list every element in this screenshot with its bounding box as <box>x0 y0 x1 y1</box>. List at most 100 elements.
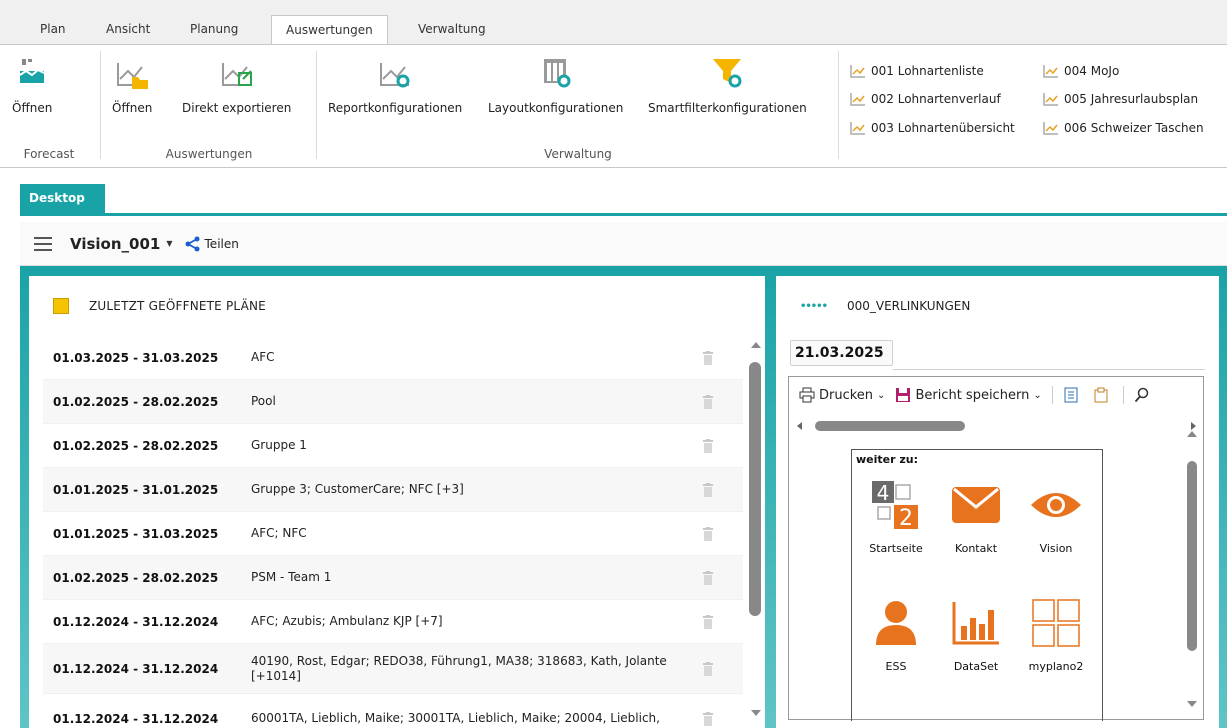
trash-icon[interactable] <box>703 661 713 676</box>
search-button[interactable] <box>1134 387 1154 403</box>
direkt-exportieren-label: Direkt exportieren <box>182 101 292 115</box>
link-ess-label: ESS <box>885 660 907 673</box>
scroll-up-arrow[interactable] <box>751 342 761 348</box>
bar-chart-icon <box>952 602 999 645</box>
plan-row[interactable]: 01.02.2025 - 28.02.2025 Pool <box>43 380 743 424</box>
share-label: Teilen <box>204 236 239 251</box>
menu-icon[interactable] <box>34 236 52 251</box>
links-title: 000_VERLINKUNGEN <box>846 299 971 313</box>
tab-ansicht[interactable]: Ansicht <box>92 15 164 44</box>
share-icon <box>185 236 200 251</box>
link-dataset[interactable]: DataSet <box>936 592 1016 673</box>
scroll-thumb[interactable] <box>1187 461 1197 651</box>
group-separator <box>100 51 101 159</box>
horizontal-scroll-thumb[interactable] <box>815 421 965 431</box>
search-icon <box>1134 387 1148 403</box>
layout-config-label: Layoutkonfigurationen <box>488 101 624 115</box>
report-link-002[interactable]: 002 Lohnartenverlauf <box>850 92 1001 106</box>
svg-text:2: 2 <box>899 506 913 531</box>
recent-plans-scrollbar[interactable] <box>747 340 761 728</box>
trash-icon[interactable] <box>703 482 713 497</box>
tab-auswertungen[interactable]: Auswertungen <box>271 15 388 45</box>
tab-desktop[interactable]: Desktop <box>20 184 105 213</box>
scroll-thumb[interactable] <box>749 362 761 616</box>
scroll-right-arrow[interactable] <box>1191 422 1196 430</box>
document-map-button[interactable] <box>1063 387 1083 403</box>
scroll-down-arrow[interactable] <box>1187 701 1197 707</box>
forecast-icon <box>19 59 45 83</box>
clipboard-icon <box>1094 387 1108 403</box>
links-header: ••••• 000_VERLINKUNGEN <box>776 276 1219 336</box>
trash-icon[interactable] <box>703 570 713 585</box>
report-link-004[interactable]: 004 MoJo <box>1043 64 1119 78</box>
report-link-003[interactable]: 003 Lohnartenübersicht <box>850 121 1015 135</box>
tab-verwaltung[interactable]: Verwaltung <box>404 15 500 44</box>
report-link-001[interactable]: 001 Lohnartenliste <box>850 64 984 78</box>
desktop-tab-row: Desktop <box>0 169 1227 215</box>
direkt-exportieren-button[interactable]: Direkt exportieren <box>182 53 291 115</box>
plan-row[interactable]: 01.01.2025 - 31.01.2025 Gruppe 3; Custome… <box>43 468 743 512</box>
plan-row[interactable]: 01.12.2024 - 31.12.2024 40190, Rost, Edga… <box>43 644 743 694</box>
plan-units: Pool <box>251 394 276 408</box>
scroll-up-arrow[interactable] <box>1187 431 1197 437</box>
chevron-down-icon[interactable]: ▼ <box>166 239 172 248</box>
layout-config-button[interactable]: Layoutkonfigurationen <box>488 53 623 115</box>
clipboard-button[interactable] <box>1093 387 1113 403</box>
trash-icon[interactable] <box>703 711 713 726</box>
tab-plan[interactable]: Plan <box>26 15 80 44</box>
plan-row[interactable]: 01.12.2024 - 31.12.2024 60001TA, Lieblich… <box>43 694 743 728</box>
layout-gear-icon <box>543 59 571 88</box>
ribbon-tab-bar: Plan Ansicht Planung Auswertungen Verwal… <box>0 0 1227 45</box>
plan-row[interactable]: 01.12.2024 - 31.12.2024 AFC; Azubis; Ambu… <box>43 600 743 644</box>
view-name[interactable]: Vision_001 <box>70 235 160 253</box>
scroll-left-arrow[interactable] <box>797 422 802 430</box>
plan-row[interactable]: 01.03.2025 - 31.03.2025 AFC <box>43 336 743 380</box>
auswertungen-open-label: Öffnen <box>112 101 153 115</box>
report-link-label: 004 MoJo <box>1064 64 1120 78</box>
report-link-005[interactable]: 005 Jahresurlaubsplan <box>1043 92 1198 106</box>
plan-row[interactable]: 01.02.2025 - 28.02.2025 Gruppe 1 <box>43 424 743 468</box>
link-kontakt[interactable]: Kontakt <box>936 474 1016 555</box>
plan-row[interactable]: 01.02.2025 - 28.02.2025 PSM - Team 1 <box>43 556 743 600</box>
report-config-label: Reportkonfigurationen <box>328 101 463 115</box>
link-ess[interactable]: ESS <box>856 592 936 673</box>
link-startseite[interactable]: 4 2 Startseite <box>856 474 936 555</box>
forecast-open-button[interactable]: Öffnen <box>12 53 52 115</box>
trash-icon[interactable] <box>703 394 713 409</box>
report-date-tab[interactable]: 21.03.2025 <box>790 340 893 366</box>
report-link-label: 005 Jahresurlaubsplan <box>1064 92 1199 106</box>
smartfilter-config-button[interactable]: Smartfilterkonfigurationen <box>648 53 807 115</box>
share-button[interactable]: Teilen <box>185 236 239 252</box>
toolbar-separator <box>1051 386 1053 404</box>
report-icon <box>1043 93 1058 106</box>
link-vision-label: Vision <box>1039 542 1073 555</box>
trash-icon[interactable] <box>703 526 713 541</box>
folder-chart-icon <box>117 63 149 89</box>
report-link-006[interactable]: 006 Schweizer Taschen <box>1043 121 1227 135</box>
plan-row[interactable]: 01.01.2025 - 31.03.2025 AFC; NFC <box>43 512 743 556</box>
grid-icon <box>1032 599 1080 647</box>
report-config-button[interactable]: Reportkonfigurationen <box>328 53 462 115</box>
group-separator <box>838 51 839 159</box>
tab-planung[interactable]: Planung <box>176 15 252 44</box>
report-link-label: 002 Lohnartenverlauf <box>871 92 1001 106</box>
report-vertical-scrollbar[interactable] <box>1187 431 1199 719</box>
plan-date-range: 01.03.2025 - 31.03.2025 <box>53 350 219 365</box>
scroll-down-arrow[interactable] <box>751 710 761 716</box>
trash-icon[interactable] <box>703 438 713 453</box>
save-report-button[interactable]: Bericht speichern ⌄ <box>895 387 1042 403</box>
auswertungen-open-button[interactable]: Öffnen <box>112 53 152 115</box>
print-button[interactable]: Drucken ⌄ <box>799 387 885 403</box>
links-box: weiter zu: 4 2 Startseite Kontakt Vision… <box>851 449 1103 721</box>
link-myplano2[interactable]: myplano2 <box>1016 592 1096 673</box>
recent-plans-list: 01.03.2025 - 31.03.2025 AFC 01.02.2025 - 2… <box>43 336 743 728</box>
filter-gear-icon <box>713 59 742 88</box>
plan-calendar-icon <box>53 298 69 314</box>
plan-date-range: 01.02.2025 - 28.02.2025 <box>53 394 219 409</box>
link-vision[interactable]: Vision <box>1016 474 1096 555</box>
plan-date-range: 01.12.2024 - 31.12.2024 <box>53 711 219 726</box>
document-icon <box>1064 387 1078 403</box>
trash-icon[interactable] <box>703 350 713 365</box>
trash-icon[interactable] <box>703 614 713 629</box>
plan-date-range: 01.01.2025 - 31.01.2025 <box>53 482 219 497</box>
